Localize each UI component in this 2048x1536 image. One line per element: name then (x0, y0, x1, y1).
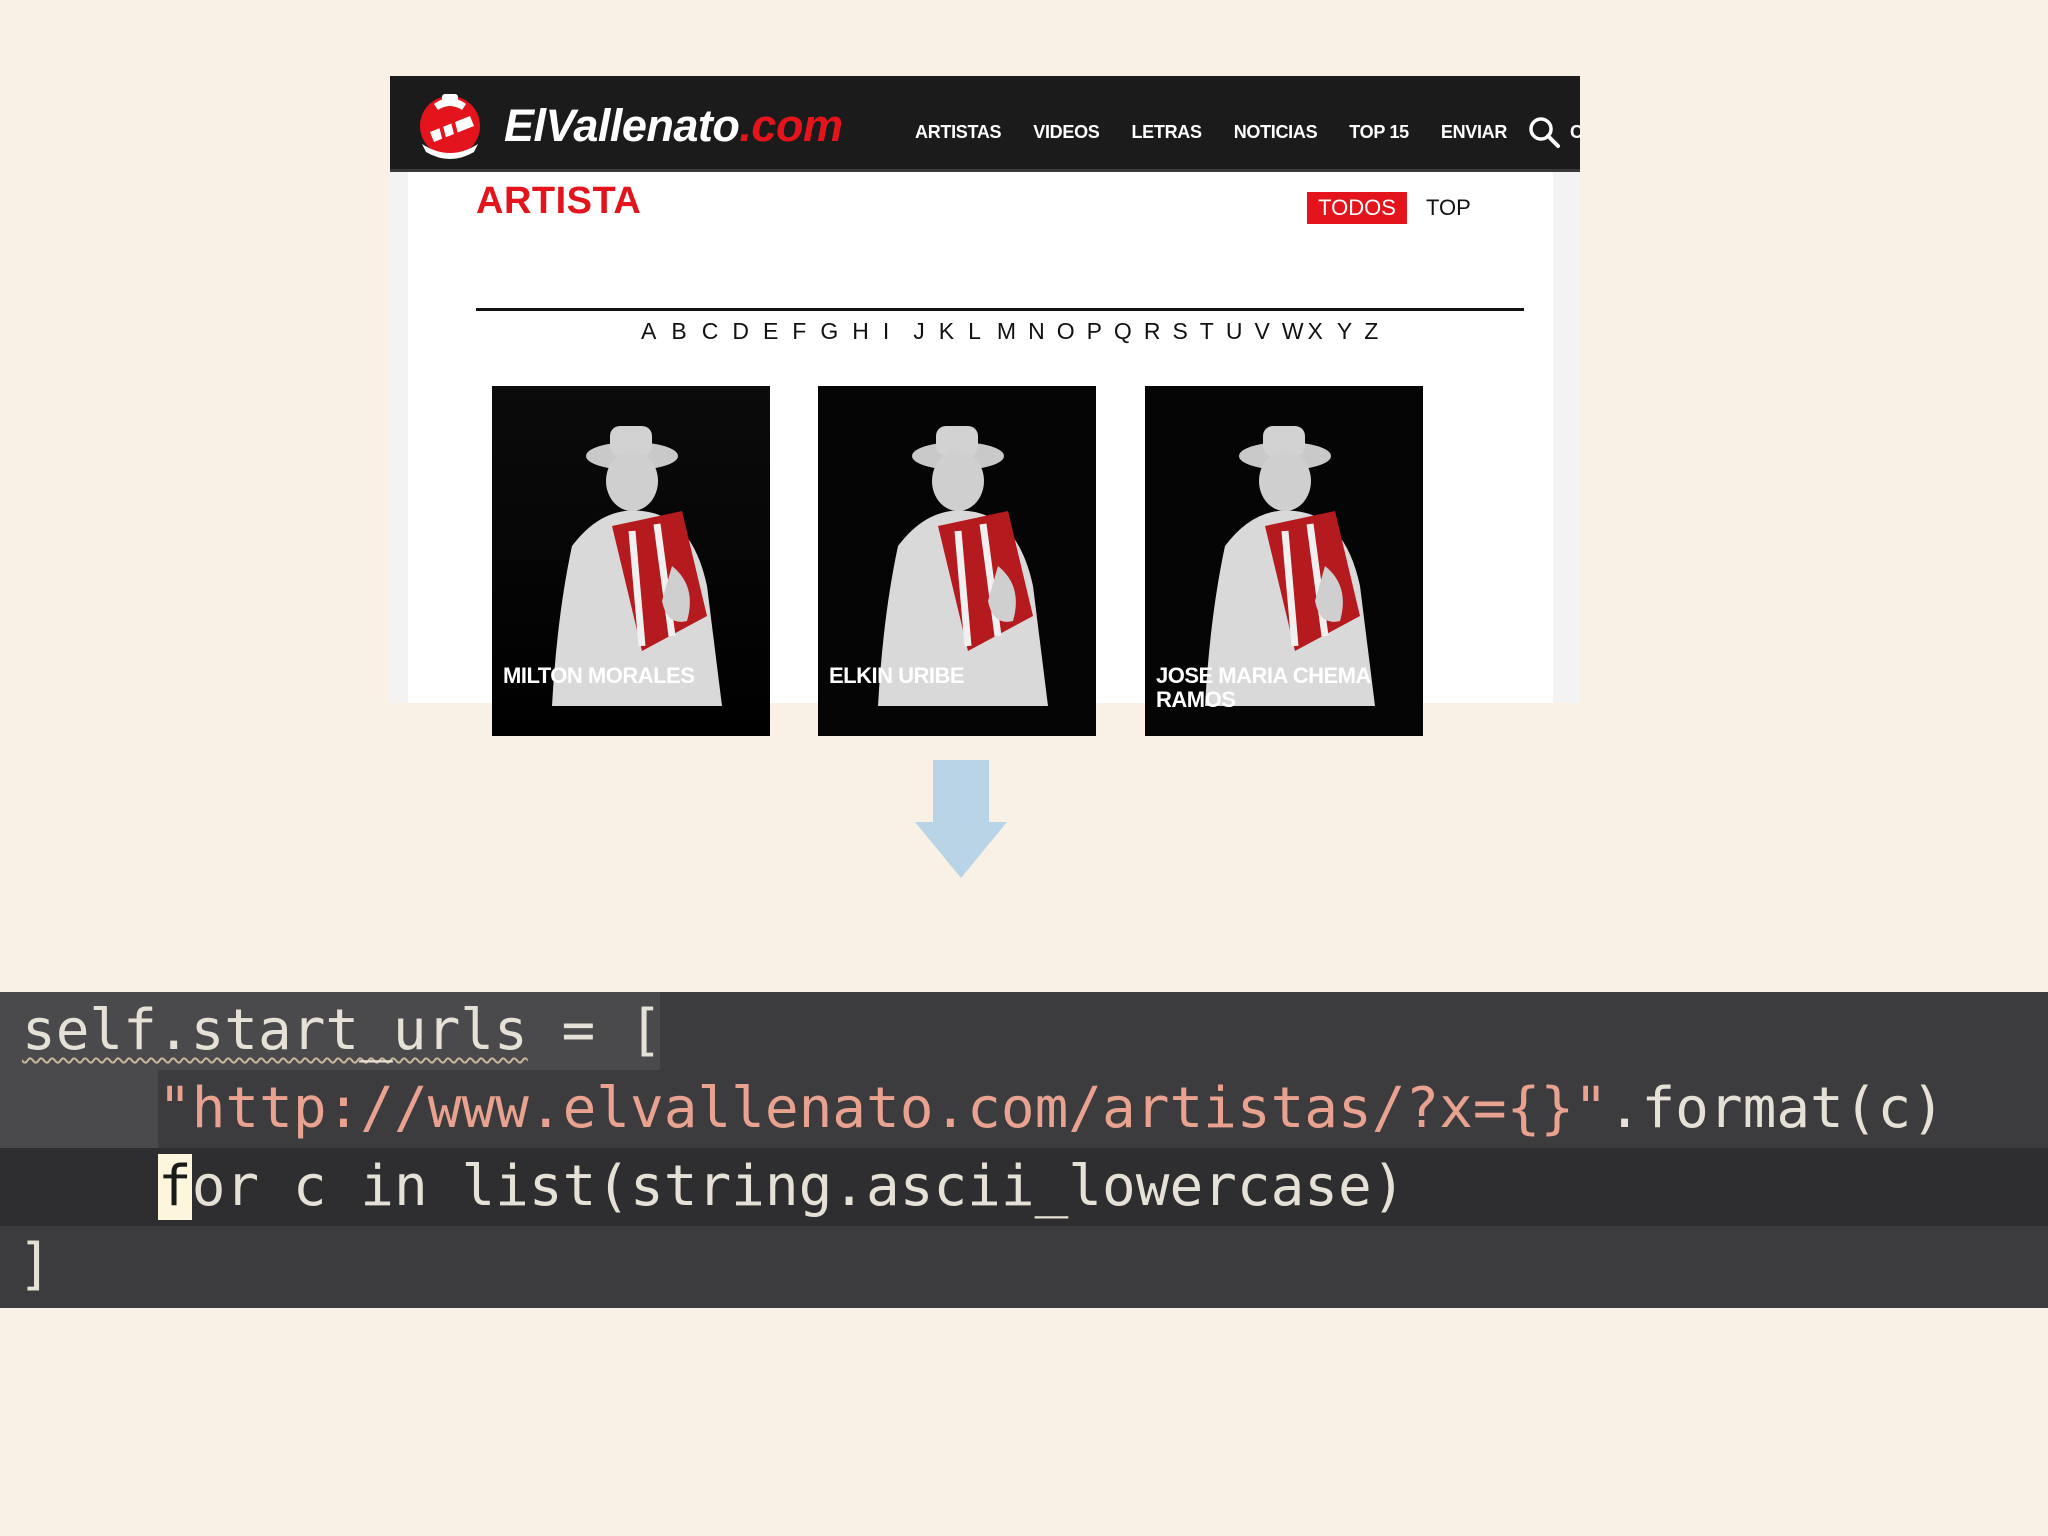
section-title: ARTISTA (476, 180, 642, 222)
artist-name[interactable]: MILTON MORALES (503, 664, 763, 688)
letter-g[interactable]: G (820, 318, 838, 345)
letter-j[interactable]: J (913, 318, 925, 345)
code-line-current: for c in list(string.ascii_lowercase) (0, 1148, 2048, 1226)
code-url-string: http://www.elvallenato.com/artistas/?x={… (191, 1076, 1575, 1141)
letter-r[interactable]: R (1144, 318, 1161, 345)
letter-o[interactable]: O (1057, 318, 1075, 345)
site-content: ARTISTA TODOS TOP A B C D E F G H I J K … (408, 172, 1553, 736)
code-text: "http://www.elvallenato.com/artistas/?x=… (158, 1076, 1945, 1142)
text-cursor[interactable]: f (158, 1154, 192, 1220)
letter-s[interactable]: S (1172, 318, 1187, 345)
slide: ElVallenato.com ARTISTAS VIDEOS LETRAS N… (0, 0, 2048, 1536)
letter-i[interactable]: I (883, 318, 889, 345)
code-loop: or c in list(string.ascii_lowercase) (191, 1154, 1406, 1219)
nav-letras[interactable]: LETRAS (1131, 122, 1202, 143)
letter-h[interactable]: H (852, 318, 869, 345)
nav-noticias[interactable]: NOTICIAS (1234, 122, 1318, 143)
site-logo[interactable]: ElVallenato.com (504, 100, 843, 152)
letter-t[interactable]: T (1200, 318, 1214, 345)
nav-enviar[interactable]: ENVIAR (1441, 122, 1508, 143)
letter-d[interactable]: D (732, 318, 749, 345)
letter-l[interactable]: L (968, 318, 981, 345)
letter-x[interactable]: X (1308, 318, 1323, 345)
nav-top15[interactable]: TOP 15 (1349, 122, 1409, 143)
artist-name[interactable]: ELKIN URIBE (829, 664, 1089, 688)
code-closing-bracket: ] (18, 1232, 52, 1297)
letter-z[interactable]: Z (1364, 318, 1378, 345)
letter-m[interactable]: M (997, 318, 1016, 345)
code-line: ] (0, 1226, 2048, 1304)
artist-card[interactable]: MILTON MORALES (492, 386, 770, 736)
alphabet-filter: A B C D E F G H I J K L M N O P Q R S T (641, 318, 1378, 345)
logo-name: ElVallenato (504, 100, 740, 151)
logo-emblem-icon[interactable] (412, 86, 488, 162)
code-text: self.start_urls = [ (22, 998, 663, 1064)
nav-videos[interactable]: VIDEOS (1033, 122, 1100, 143)
code-quote: " (1574, 1076, 1608, 1141)
artist-card[interactable]: JOSE MARIA CHEMA RAMOS (1145, 386, 1423, 736)
code-quote: " (158, 1076, 192, 1141)
nav-overflow-item[interactable]: C (1570, 122, 1580, 143)
code-line: "http://www.elvallenato.com/artistas/?x=… (0, 1070, 2048, 1148)
letter-p[interactable]: P (1087, 318, 1102, 345)
site-header: ElVallenato.com ARTISTAS VIDEOS LETRAS N… (390, 76, 1580, 172)
letter-q[interactable]: Q (1114, 318, 1132, 345)
letter-u[interactable]: U (1226, 318, 1243, 345)
letter-y[interactable]: Y (1337, 318, 1352, 345)
website-screenshot: ElVallenato.com ARTISTAS VIDEOS LETRAS N… (390, 76, 1580, 736)
artist-name[interactable]: JOSE MARIA CHEMA RAMOS (1156, 664, 1416, 712)
tab-todos[interactable]: TODOS (1307, 192, 1407, 224)
letter-b[interactable]: B (671, 318, 686, 345)
letter-e[interactable]: E (763, 318, 778, 345)
code-snippet: self.start_urls = [ "http://www.elvallen… (0, 992, 2048, 1308)
search-icon[interactable] (1526, 114, 1562, 150)
line-highlight (0, 1070, 158, 1148)
down-arrow-icon (915, 760, 1007, 878)
logo-suffix: .com (739, 100, 843, 151)
letter-v[interactable]: V (1254, 318, 1269, 345)
code-text: for c in list(string.ascii_lowercase) (158, 1154, 1405, 1220)
tab-top[interactable]: TOP (1426, 192, 1471, 224)
letter-c[interactable]: C (702, 318, 719, 345)
title-divider (476, 308, 1524, 311)
letter-a[interactable]: A (641, 318, 656, 345)
letter-k[interactable]: K (939, 318, 954, 345)
code-assign: = [ (527, 998, 663, 1063)
nav-artistas[interactable]: ARTISTAS (915, 122, 1002, 143)
code-identifier: self.start_urls (22, 998, 528, 1063)
letter-n[interactable]: N (1028, 318, 1045, 345)
main-nav: ARTISTAS VIDEOS LETRAS NOTICIAS TOP 15 E… (915, 122, 1539, 143)
artist-card[interactable]: ELKIN URIBE (818, 386, 1096, 736)
code-method-call: .format(c) (1607, 1076, 1945, 1141)
letter-f[interactable]: F (792, 318, 806, 345)
code-line: self.start_urls = [ (0, 992, 2048, 1070)
letter-w[interactable]: W (1282, 318, 1304, 345)
